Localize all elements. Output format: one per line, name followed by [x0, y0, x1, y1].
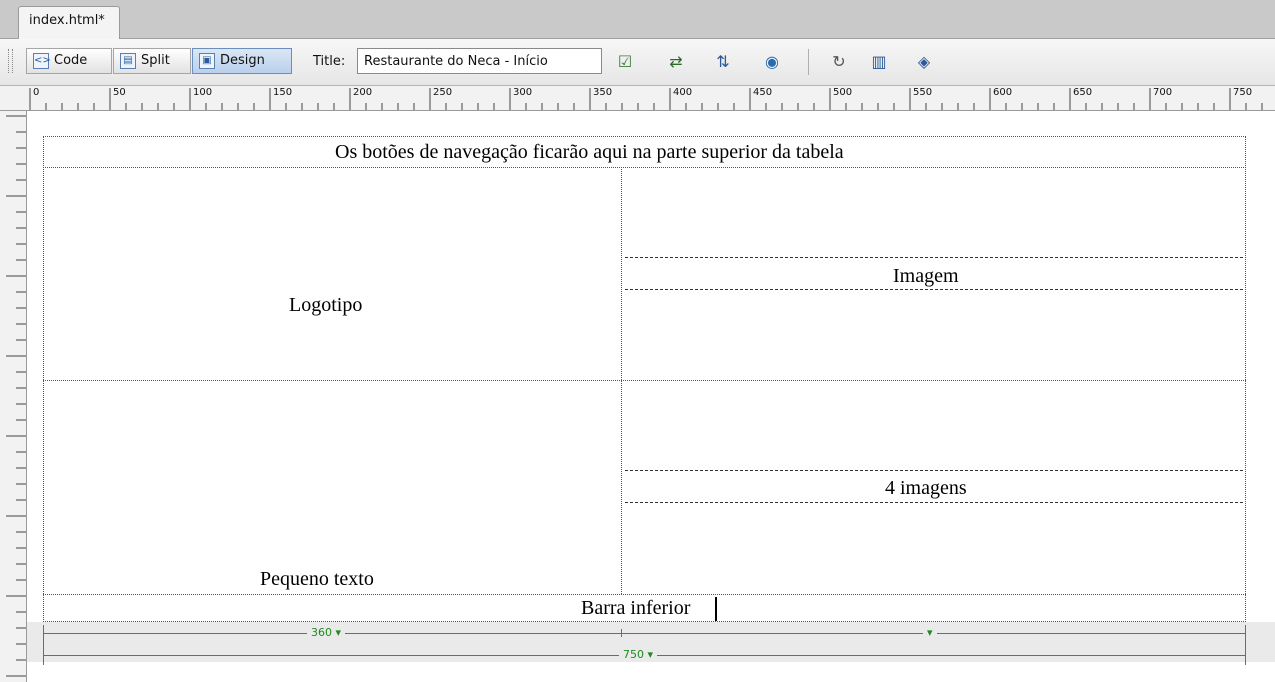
width-tick-left [43, 625, 44, 665]
preview-icon[interactable]: ⇅ [712, 51, 734, 73]
horizontal-ruler: 0 50 100 150 200 250 300 350 400 450 500 550 600 650 7… [0, 86, 1275, 111]
width-tick-right [1245, 625, 1246, 665]
image-guide-bottom [625, 289, 1243, 290]
image-cell-text: Imagem [893, 265, 959, 287]
footer-cell-text: Barra inferior [581, 597, 691, 619]
ruler-label: 0 [33, 87, 40, 98]
column-width-menu[interactable]: ▾ [923, 626, 937, 639]
width-tick-middle [621, 629, 622, 637]
code-view-label: Code [54, 53, 88, 68]
validate-markup-icon[interactable]: ☑ [612, 51, 638, 73]
view-options-icon[interactable]: ▥ [866, 51, 892, 73]
design-icon: ▣ [199, 53, 215, 69]
ruler-label: 200 [353, 87, 373, 98]
images-guide-top [625, 470, 1243, 471]
visual-aids-icon[interactable]: ◈ [910, 51, 938, 73]
four-images-cell-text: 4 imagens [885, 477, 967, 499]
design-canvas[interactable]: Os botões de navegação ficarão aqui na p… [27, 111, 1275, 682]
ruler-label: 650 [1073, 87, 1093, 98]
ruler-label: 600 [993, 87, 1013, 98]
ruler-label: 350 [593, 87, 613, 98]
document-tab-bar: index.html* [0, 0, 1275, 39]
logo-cell-text: Logotipo [289, 294, 363, 316]
ruler-label: 500 [833, 87, 853, 98]
table-width-label[interactable]: 750 ▾ [619, 648, 658, 661]
row-divider [43, 594, 1246, 595]
row-divider [43, 167, 1246, 168]
ruler-label: 750 [1233, 87, 1253, 98]
table-width-indicators: 360 ▾ ▾ 750 ▾ [27, 622, 1275, 665]
split-view-button[interactable]: ▤ Split [113, 48, 191, 74]
column-width-line [43, 633, 1246, 634]
title-input[interactable] [357, 48, 602, 74]
chevron-down-icon: ▾ [927, 626, 933, 639]
images-guide-bottom [625, 502, 1243, 503]
small-text-cell-text: Pequeno texto [260, 568, 374, 590]
ruler-label: 450 [753, 87, 773, 98]
refresh-icon[interactable]: ↻ [828, 51, 850, 73]
column-width-label[interactable]: 360 ▾ [307, 626, 346, 639]
code-view-button[interactable]: <> Code [26, 48, 112, 74]
vertical-ruler-ticks [6, 115, 26, 677]
ruler-label: 250 [433, 87, 453, 98]
toolbar-separator [808, 49, 809, 75]
column-width-value: 360 [311, 626, 332, 639]
code-icon: <> [33, 53, 51, 69]
chevron-down-icon: ▾ [335, 626, 342, 639]
ruler-label: 550 [913, 87, 933, 98]
browser-check-icon[interactable]: ◉ [760, 51, 784, 73]
row-divider [43, 380, 1246, 381]
header-cell-text: Os botões de navegação ficarão aqui na p… [335, 141, 844, 163]
vertical-ruler [0, 111, 27, 682]
ruler-label: 50 [113, 87, 126, 98]
design-view-label: Design [220, 53, 265, 68]
file-management-icon[interactable]: ⇄ [664, 51, 688, 73]
split-icon: ▤ [120, 53, 136, 69]
design-view-button[interactable]: ▣ Design [192, 48, 292, 74]
title-label: Title: [313, 54, 346, 69]
ruler-label: 400 [673, 87, 693, 98]
chevron-down-icon: ▾ [647, 648, 654, 661]
document-toolbar: <> Code ▤ Split ▣ Design Title: ☑ ⇄ ⇅ ◉ … [0, 39, 1275, 86]
table-width-value: 750 [623, 648, 644, 661]
ruler-label: 700 [1153, 87, 1173, 98]
text-caret [715, 597, 717, 621]
document-tab[interactable]: index.html* [18, 6, 120, 39]
toolbar-grip[interactable] [8, 49, 13, 73]
split-view-label: Split [141, 53, 170, 68]
ruler-label: 100 [193, 87, 213, 98]
layout-table[interactable] [43, 136, 1246, 622]
ruler-label: 300 [513, 87, 533, 98]
image-guide-top [625, 257, 1243, 258]
ruler-label: 150 [273, 87, 293, 98]
